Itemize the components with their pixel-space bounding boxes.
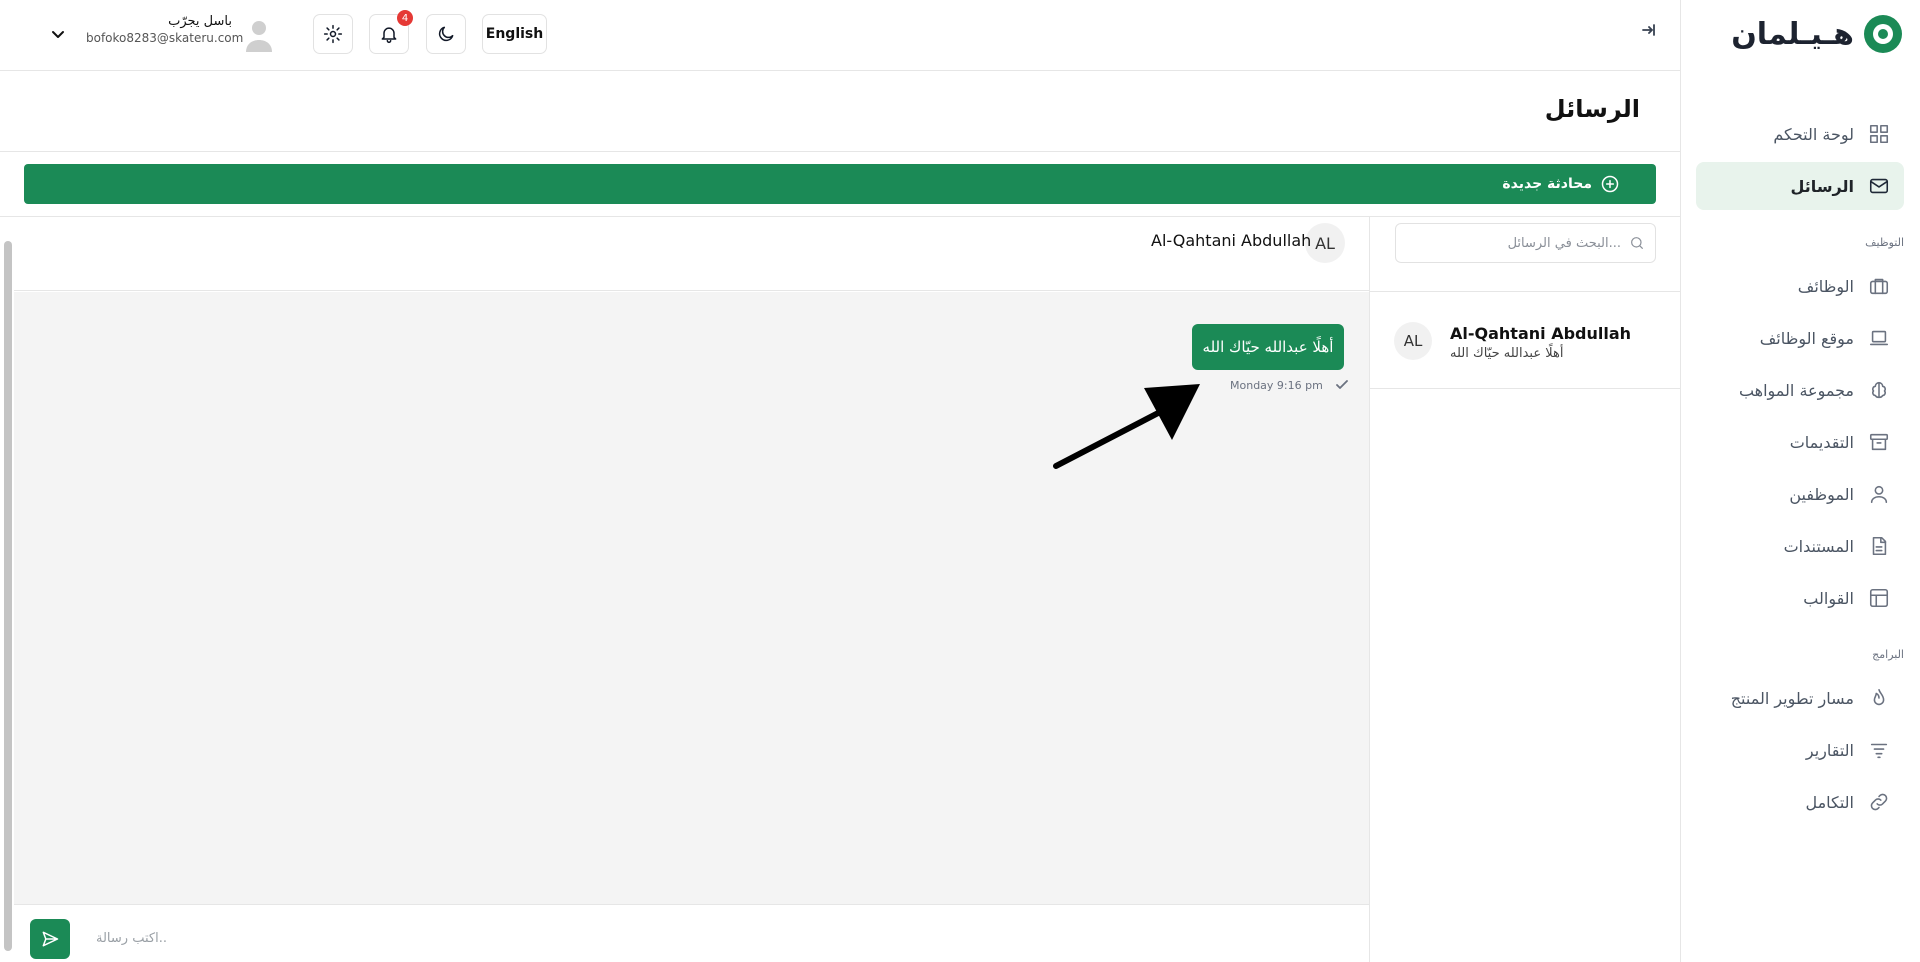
archive-icon — [1869, 433, 1889, 451]
sidebar-item-talent-pool[interactable]: مجموعة المواهب — [1696, 366, 1904, 414]
logo-mark-icon — [1864, 15, 1902, 53]
sidebar-item-reports[interactable]: التقارير — [1696, 726, 1904, 774]
sidebar-item-product-roadmap[interactable]: مسار تطوير المنتج — [1696, 674, 1904, 722]
avatar: AL — [1394, 322, 1432, 360]
sidebar-item-label: مجموعة المواهب — [1738, 380, 1854, 400]
message-bubble: أهلًا عبدالله حيّاك الله — [1192, 324, 1344, 370]
sidebar-item-label: مسار تطوير المنتج — [1730, 688, 1854, 708]
document-icon — [1872, 536, 1887, 556]
settings-button[interactable] — [313, 14, 353, 54]
user-email: bofoko8283@skateru.com — [86, 31, 244, 45]
user-avatar-icon[interactable] — [244, 18, 274, 54]
top-bar: English 4 باسل يجرّب bofoko8283@skateru.… — [0, 0, 1680, 71]
new-conversation-button[interactable]: محادثة جديدة — [24, 164, 1656, 204]
chat-body: أهلًا عبدالله حيّاك الله Monday 9:16 pm — [14, 292, 1369, 904]
send-button[interactable] — [30, 919, 70, 959]
messages-area: AL Al-Qahtani Abdullah أهلًا عبدالله حيّ… — [0, 216, 1681, 962]
sidebar-item-label: موقع الوظائف — [1759, 328, 1854, 348]
mail-icon — [1869, 178, 1889, 194]
search-icon — [1631, 237, 1643, 249]
collapse-sidebar-button[interactable] — [1640, 22, 1664, 46]
chat-panel: AL Al-Qahtani Abdullah أهلًا عبدالله حيّ… — [14, 217, 1369, 962]
sidebar-item-label: الوظائف — [1797, 276, 1854, 296]
chevron-down-icon — [52, 31, 64, 38]
notifications-button[interactable]: 4 — [369, 10, 413, 54]
sidebar-item-integration[interactable]: التكامل — [1696, 778, 1904, 826]
chat-contact-name: Al-Qahtani Abdullah — [1151, 231, 1312, 250]
theme-toggle-button[interactable] — [426, 14, 466, 54]
message-input[interactable] — [96, 923, 1336, 953]
message-search-input[interactable] — [1421, 235, 1621, 251]
sidebar-item-label: القوالب — [1803, 588, 1854, 608]
user-menu-toggle[interactable] — [48, 24, 70, 46]
sidebar-item-label: التكامل — [1805, 792, 1854, 812]
nav-section-hiring: التوظيف — [1865, 236, 1904, 249]
brand-logo[interactable]: هـيـلمان — [1731, 12, 1902, 56]
user-icon — [1870, 485, 1888, 504]
conversation-name: Al-Qahtani Abdullah — [1450, 324, 1632, 343]
brain-icon — [1872, 381, 1886, 399]
sidebar-item-label: التقارير — [1805, 740, 1854, 760]
user-info[interactable]: باسل يجرّب bofoko8283@skateru.com — [86, 14, 244, 45]
notification-count-badge: 4 — [397, 10, 413, 26]
message-time: Monday 9:16 pm — [1230, 378, 1323, 392]
sidebar-item-dashboard[interactable]: لوحة التحكم — [1696, 110, 1904, 158]
new-conversation-label: محادثة جديدة — [1502, 176, 1592, 192]
sidebar-item-documents[interactable]: المستندات — [1696, 522, 1904, 570]
sidebar-item-careers-site[interactable]: موقع الوظائف — [1696, 314, 1904, 362]
user-name: باسل يجرّب — [168, 14, 232, 29]
annotation-arrow-icon — [1053, 384, 1200, 469]
check-icon — [1335, 380, 1348, 389]
sidebar-item-employees[interactable]: الموظفين — [1696, 470, 1904, 518]
bell-icon — [381, 27, 397, 44]
language-button[interactable]: English — [482, 14, 547, 54]
message-meta: Monday 9:16 pm — [1230, 378, 1349, 392]
collapse-arrow-icon — [1642, 24, 1655, 36]
sidebar-item-label: المستندات — [1783, 536, 1854, 556]
nav-section-programs: البرامج — [1872, 648, 1904, 661]
conversation-item[interactable]: AL Al-Qahtani Abdullah أهلًا عبدالله حيّ… — [1370, 292, 1681, 389]
sidebar-item-applications[interactable]: التقديمات — [1696, 418, 1904, 466]
link-icon — [1870, 793, 1888, 811]
flame-icon — [1873, 688, 1885, 706]
sidebar-item-label: لوحة التحكم — [1773, 124, 1854, 144]
conversation-preview: أهلًا عبدالله حيّاك الله — [1450, 346, 1564, 361]
sidebar-item-jobs[interactable]: الوظائف — [1696, 262, 1904, 310]
sidebar-item-messages[interactable]: الرسائل — [1696, 162, 1904, 210]
page-title: الرسائل — [1544, 95, 1640, 123]
conversation-list: AL Al-Qahtani Abdullah أهلًا عبدالله حيّ… — [1369, 217, 1681, 962]
logo-text: هـيـلمان — [1731, 16, 1854, 52]
laptop-icon — [1869, 330, 1889, 346]
gear-icon — [323, 24, 343, 44]
sidebar: هـيـلمان لوحة التحكم الرسائل التوظيف الو… — [1680, 0, 1920, 962]
moon-icon — [438, 26, 454, 42]
send-icon — [42, 931, 59, 947]
sidebar-item-templates[interactable]: القوالب — [1696, 574, 1904, 622]
sidebar-item-label: الرسائل — [1790, 176, 1854, 196]
sidebar-item-label: التقديمات — [1789, 432, 1854, 452]
message-search-box[interactable] — [1395, 223, 1656, 263]
filter-lines-icon — [1870, 743, 1888, 759]
template-icon — [1869, 588, 1889, 608]
plus-circle-icon — [1601, 175, 1619, 193]
chat-header: AL Al-Qahtani Abdullah — [14, 217, 1369, 291]
sidebar-item-label: الموظفين — [1789, 484, 1854, 504]
briefcase-icon — [1869, 278, 1889, 295]
page-header: الرسائل — [0, 71, 1680, 152]
message-composer — [14, 904, 1369, 962]
vertical-scrollbar[interactable] — [4, 241, 12, 951]
dashboard-grid-icon — [1869, 124, 1889, 144]
